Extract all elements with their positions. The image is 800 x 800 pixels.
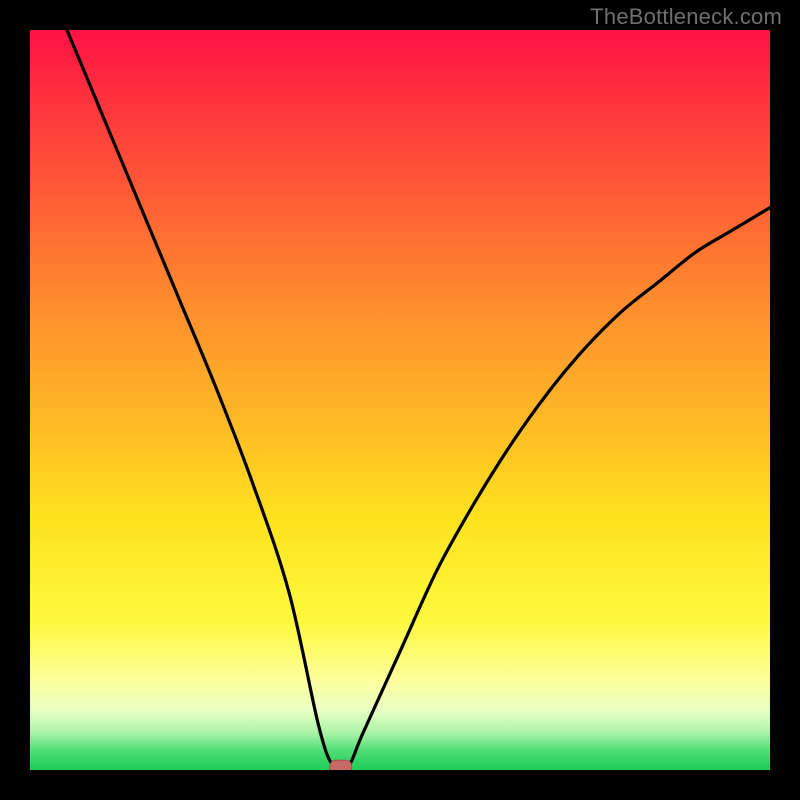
chart-frame: TheBottleneck.com bbox=[0, 0, 800, 800]
plot-area bbox=[30, 30, 770, 770]
watermark-text: TheBottleneck.com bbox=[590, 4, 782, 30]
minimum-marker bbox=[330, 760, 352, 770]
marker-layer bbox=[30, 30, 770, 770]
